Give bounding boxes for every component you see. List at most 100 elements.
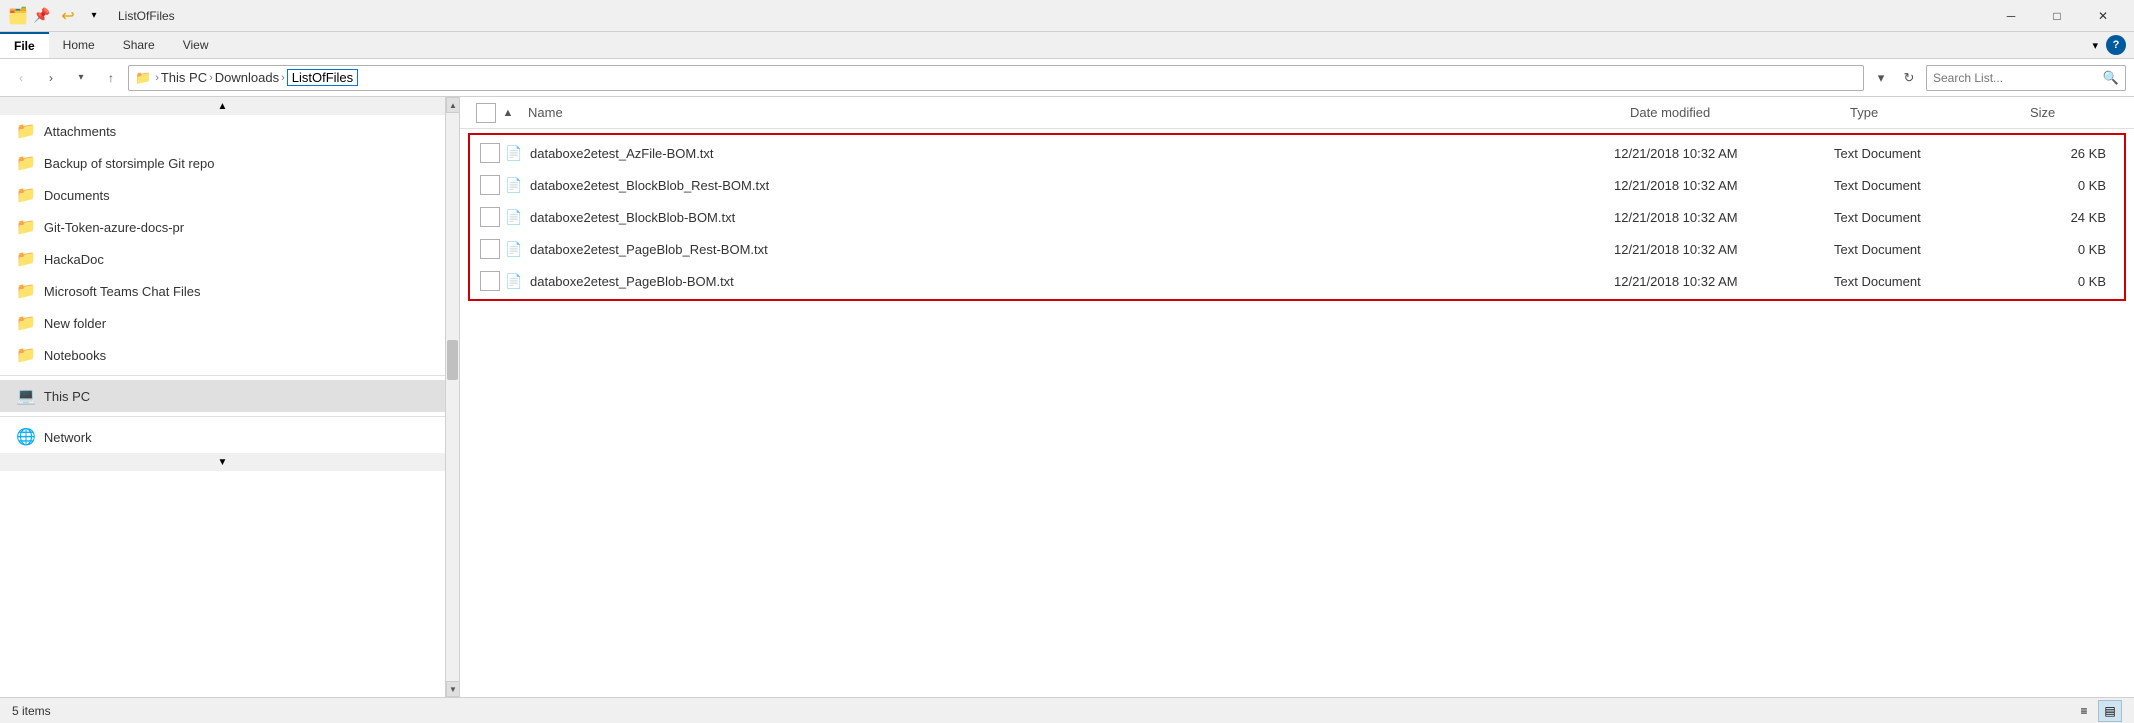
file-name: databoxe2etest_BlockBlob_Rest-BOM.txt (530, 178, 1614, 193)
table-row[interactable]: 📄 databoxe2etest_BlockBlob-BOM.txt 12/21… (472, 201, 2122, 233)
search-input[interactable] (1933, 71, 2099, 85)
thispc-icon: 💻 (16, 386, 36, 406)
close-button[interactable]: ✕ (2080, 0, 2126, 32)
scrollbar-track[interactable] (446, 113, 459, 681)
sidebar-divider-2 (0, 416, 445, 417)
breadcrumb-item-thispc[interactable]: 📁 (135, 70, 153, 86)
forward-button[interactable]: › (38, 65, 64, 91)
sidebar-item-hackadoc[interactable]: 📁 HackaDoc (0, 243, 445, 275)
sidebar-item-backup[interactable]: 📁 Backup of storsimple Git repo (0, 147, 445, 179)
sidebar-item-new-folder[interactable]: 📁 New folder (0, 307, 445, 339)
sidebar-item-thispc[interactable]: 💻 This PC (0, 380, 445, 412)
file-type-label: Text Document (1834, 242, 2014, 257)
sidebar-item-network[interactable]: 🌐 Network (0, 421, 445, 453)
scrollbar-up-button[interactable]: ▲ (446, 97, 459, 113)
main-area: ▲ 📁 Attachments 📁 Backup of storsimple G… (0, 97, 2134, 697)
col-header-type[interactable]: Type (1846, 97, 2026, 128)
col-header-size[interactable]: Size (2026, 97, 2126, 128)
address-dropdown-icon[interactable]: ▾ (1868, 65, 1894, 91)
sidebar-list: ▲ 📁 Attachments 📁 Backup of storsimple G… (0, 97, 459, 697)
folder-icon: 📁 (16, 313, 36, 333)
sidebar-item-label: New folder (44, 316, 106, 331)
folder-icon: 📁 (16, 281, 36, 301)
table-row[interactable]: 📄 databoxe2etest_PageBlob-BOM.txt 12/21/… (472, 265, 2122, 297)
table-row[interactable]: 📄 databoxe2etest_BlockBlob_Rest-BOM.txt … (472, 169, 2122, 201)
sidebar-scroll-down[interactable]: ▼ (0, 453, 445, 471)
row-checkbox[interactable] (480, 175, 500, 195)
breadcrumb[interactable]: 📁 › This PC › Downloads › ListOfFiles (128, 65, 1864, 91)
tab-home[interactable]: Home (49, 32, 109, 58)
help-icon[interactable]: ? (2106, 35, 2126, 55)
file-pane: ▲ Name Date modified Type Size 📄 databo (460, 97, 2134, 697)
file-size-label: 26 KB (2014, 146, 2114, 161)
scrollbar-thumb[interactable] (447, 340, 458, 380)
file-list-header: ▲ Name Date modified Type Size (460, 97, 2134, 129)
maximize-button[interactable]: □ (2034, 0, 2080, 32)
scrollbar-down-button[interactable]: ▼ (446, 681, 459, 697)
table-row[interactable]: 📄 databoxe2etest_PageBlob_Rest-BOM.txt 1… (472, 233, 2122, 265)
file-type-icon: 📄 (504, 207, 524, 227)
app-icon: 🗂️ (8, 6, 28, 26)
breadcrumb-item-downloads[interactable]: Downloads (215, 70, 279, 85)
ribbon-help-area: ▾ ? (2088, 32, 2134, 58)
quick-access-dropdown-icon[interactable]: ▾ (84, 6, 104, 26)
row-checkbox[interactable] (480, 239, 500, 259)
sidebar-item-notebooks[interactable]: 📁 Notebooks (0, 339, 445, 371)
details-view-button[interactable]: ▤ (2098, 700, 2122, 722)
table-row[interactable]: 📄 databoxe2etest_AzFile-BOM.txt 12/21/20… (472, 137, 2122, 169)
breadcrumb-current-folder[interactable]: ListOfFiles (287, 69, 358, 86)
sidebar-item-documents[interactable]: 📁 Documents (0, 179, 445, 211)
file-type-label: Text Document (1834, 146, 2014, 161)
title-bar: 🗂️ 📌 ↩ ▾ ListOfFiles ─ □ ✕ (0, 0, 2134, 32)
pin-icon[interactable]: 📌 (32, 6, 52, 26)
tab-share[interactable]: Share (109, 32, 169, 58)
sidebar-scrollbar: ▲ ▼ (445, 97, 459, 697)
sidebar-item-label: Microsoft Teams Chat Files (44, 284, 201, 299)
network-icon: 🌐 (16, 427, 36, 447)
sidebar-item-label: Network (44, 430, 92, 445)
file-type-label: Text Document (1834, 178, 2014, 193)
sidebar-item-label: Attachments (44, 124, 116, 139)
select-all-checkbox[interactable] (476, 103, 496, 123)
list-view-button[interactable]: ≡ (2072, 700, 2096, 722)
ribbon-collapse-icon[interactable]: ▾ (2088, 37, 2102, 54)
file-size-label: 0 KB (2014, 274, 2114, 289)
ribbon: File Home Share View ▾ ? (0, 32, 2134, 59)
status-bar: 5 items ≡ ▤ (0, 697, 2134, 723)
sidebar: ▲ 📁 Attachments 📁 Backup of storsimple G… (0, 97, 460, 697)
folder-icon: 📁 (16, 249, 36, 269)
file-type-label: Text Document (1834, 274, 2014, 289)
breadcrumb-sep-1: › (155, 72, 159, 84)
row-checkbox[interactable] (480, 271, 500, 291)
breadcrumb-item-thispc-label[interactable]: This PC (161, 70, 207, 85)
search-bar: 🔍 (1926, 65, 2126, 91)
refresh-button[interactable]: ↻ (1896, 65, 1922, 91)
row-checkbox[interactable] (480, 143, 500, 163)
file-name: databoxe2etest_PageBlob-BOM.txt (530, 274, 1614, 289)
sidebar-item-attachments[interactable]: 📁 Attachments (0, 115, 445, 147)
recent-locations-button[interactable]: ▾ (68, 65, 94, 91)
sort-up-indicator: ▲ (500, 107, 516, 119)
search-icon[interactable]: 🔍 (2103, 70, 2119, 86)
sidebar-divider (0, 375, 445, 376)
back-button[interactable]: ‹ (8, 65, 34, 91)
sidebar-item-git-token[interactable]: 📁 Git-Token-azure-docs-pr (0, 211, 445, 243)
file-date-modified: 12/21/2018 10:32 AM (1614, 242, 1834, 257)
file-list-body: 📄 databoxe2etest_AzFile-BOM.txt 12/21/20… (460, 129, 2134, 697)
sidebar-scroll-up[interactable]: ▲ (0, 97, 445, 115)
file-date-modified: 12/21/2018 10:32 AM (1614, 146, 1834, 161)
col-header-name[interactable]: Name (524, 97, 1626, 128)
row-checkbox[interactable] (480, 207, 500, 227)
minimize-button[interactable]: ─ (1988, 0, 2034, 32)
file-name: databoxe2etest_PageBlob_Rest-BOM.txt (530, 242, 1614, 257)
tab-view[interactable]: View (169, 32, 223, 58)
col-header-date[interactable]: Date modified (1626, 97, 1846, 128)
undo-icon[interactable]: ↩ (58, 6, 78, 26)
file-type-icon: 📄 (504, 271, 524, 291)
breadcrumb-sep-3: › (281, 72, 285, 84)
sidebar-item-teams[interactable]: 📁 Microsoft Teams Chat Files (0, 275, 445, 307)
up-button[interactable]: ↑ (98, 65, 124, 91)
sidebar-item-label: Documents (44, 188, 110, 203)
folder-icon: 📁 (16, 153, 36, 173)
tab-file[interactable]: File (0, 32, 49, 58)
